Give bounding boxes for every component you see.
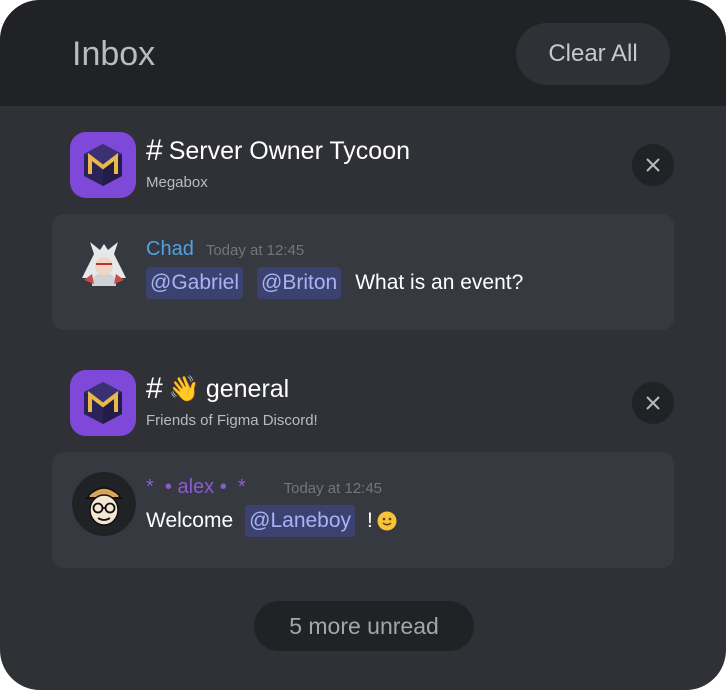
channel-name: # Server Owner Tycoon (146, 134, 410, 168)
close-thread-button[interactable] (632, 144, 674, 186)
timestamp: Today at 12:45 (283, 480, 383, 497)
message-text: Welcome (146, 509, 234, 532)
message-card[interactable]: * • alex • * Today at 12:45 Welcome @Lan… (52, 452, 674, 568)
close-icon (646, 158, 660, 172)
close-thread-button[interactable] (632, 382, 674, 424)
close-icon (646, 396, 660, 410)
timestamp: Today at 12:45 (205, 242, 305, 259)
author-name[interactable]: Chad (146, 238, 194, 261)
avatar (72, 234, 136, 298)
message-meta: Chad Today at 12:45 (146, 238, 304, 261)
clear-all-button[interactable]: Clear All (516, 23, 670, 85)
server-name: Friends of Figma Discord! (146, 412, 318, 429)
mention[interactable]: @Gabriel (146, 267, 244, 299)
channel-title: Server Owner Tycoon (168, 137, 410, 165)
message-text: ! (367, 509, 373, 532)
server-name: Megabox (146, 174, 208, 191)
message-content: Welcome @Laneboy ! (146, 505, 397, 537)
message-text: What is an event? (355, 271, 524, 294)
inbox-panel: Inbox Clear All # Server Owner Tycoon Me… (0, 0, 726, 690)
message-meta: * • alex • * Today at 12:45 (146, 476, 382, 499)
waving-hand-icon: 👋 (168, 375, 200, 403)
message-card[interactable]: Chad Today at 12:45 @Gabriel @Briton Wha… (52, 214, 674, 330)
mention[interactable]: @Laneboy (245, 505, 356, 537)
message-content: @Gabriel @Briton What is an event? (146, 267, 523, 299)
channel-header[interactable]: # 👋 general Friends of Figma Discord! (70, 370, 680, 436)
author-name[interactable]: * • alex • * (146, 476, 246, 499)
server-icon (70, 370, 136, 436)
slightly-smiling-face-icon (377, 511, 397, 531)
more-unread-button[interactable]: 5 more unread (254, 601, 474, 651)
channel-header[interactable]: # Server Owner Tycoon Megabox (70, 132, 680, 198)
mention[interactable]: @Briton (257, 267, 342, 299)
inbox-header: Inbox Clear All (0, 0, 726, 106)
server-icon (70, 132, 136, 198)
channel-title: general (205, 375, 290, 403)
channel-hash-icon: # (146, 134, 163, 167)
channel-name: # 👋 general (146, 372, 289, 406)
avatar (72, 472, 136, 536)
inbox-title: Inbox (72, 35, 156, 73)
channel-hash-icon: # (146, 372, 163, 405)
